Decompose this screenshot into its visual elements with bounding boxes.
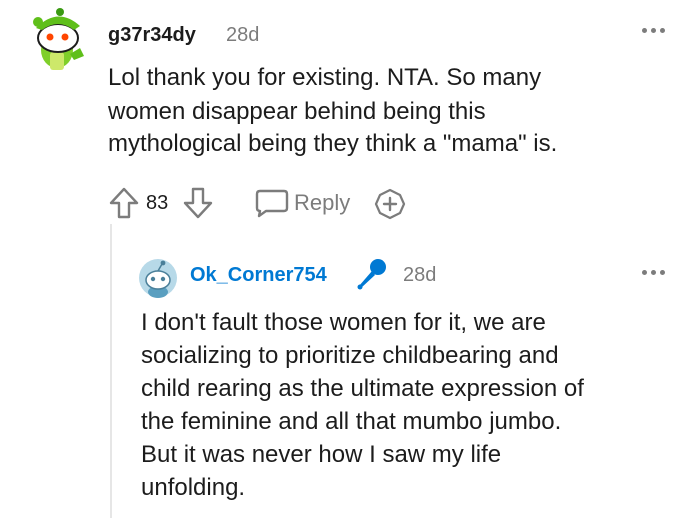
reply-body-line: unfolding. xyxy=(141,474,246,501)
reply-body-line: I don't fault those women for it, we are xyxy=(141,309,546,336)
snoo-avatar-icon xyxy=(33,8,84,70)
comment-age: 28d xyxy=(226,24,260,46)
reply-bubble-icon[interactable] xyxy=(254,188,290,218)
reply-body: I don't fault those women for it, we are… xyxy=(141,306,681,504)
comment-actions: 83 Reply xyxy=(108,186,428,220)
comment-body-line: mythological being they think a "mama" i… xyxy=(108,130,558,157)
comment-username[interactable]: g37r34dy xyxy=(108,24,196,47)
reply-button[interactable]: Reply xyxy=(294,190,350,216)
comment-body-line: Lol thank you for existing. NTA. So many xyxy=(108,64,542,91)
reply-body-line: But it was never how I saw my life xyxy=(141,441,502,468)
user-avatar[interactable] xyxy=(30,8,90,74)
vote-score: 83 xyxy=(146,192,169,214)
reply-body-line: socializing to prioritize childbearing a… xyxy=(141,342,559,369)
more-options-icon[interactable] xyxy=(641,266,667,278)
thread-line[interactable] xyxy=(110,224,112,518)
reply-age: 28d xyxy=(403,264,437,286)
reply-body-line: the feminine and all that mumbo jumbo. xyxy=(141,408,562,435)
reply-user-avatar[interactable] xyxy=(138,258,178,298)
microphone-icon xyxy=(354,256,390,292)
downvote-icon[interactable] xyxy=(182,186,214,220)
award-plus-icon[interactable] xyxy=(374,188,406,220)
reply-body-line: child rearing as the ultimate expression… xyxy=(141,375,584,402)
comment-body-line: women disappear behind being this xyxy=(108,98,486,125)
snoo-avatar-icon xyxy=(139,259,177,298)
reply-username[interactable]: Ok_Corner754 xyxy=(190,264,327,287)
upvote-icon[interactable] xyxy=(108,186,140,220)
more-options-icon[interactable] xyxy=(641,24,667,36)
